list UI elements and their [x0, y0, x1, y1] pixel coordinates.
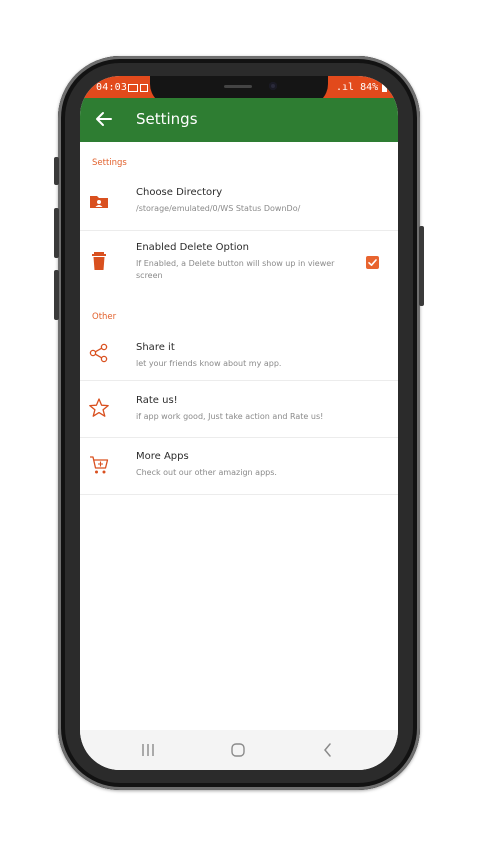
folder-user-icon: [90, 196, 108, 208]
cart-icon: [90, 456, 109, 474]
phone-side-button: [54, 157, 59, 185]
share-icon: [89, 343, 108, 363]
trash-icon: [92, 252, 106, 270]
item-subtitle: Check out our other amazign apps.: [136, 468, 277, 477]
section-header-settings: Settings: [92, 158, 127, 168]
item-subtitle: /storage/emulated/0/WS Status DownDo/: [136, 204, 301, 213]
settings-item-rate[interactable]: Rate us! if app work good, Just take act…: [80, 380, 398, 436]
battery-icon: [382, 84, 387, 92]
divider: [80, 494, 398, 495]
item-title: Enabled Delete Option: [136, 242, 249, 253]
status-time: 04:03: [96, 82, 128, 93]
item-subtitle: let your friends know about my app.: [136, 359, 282, 368]
system-nav-bar: [80, 730, 398, 770]
page-title: Settings: [136, 110, 198, 128]
settings-item-choose-directory[interactable]: Choose Directory /storage/emulated/0/WS …: [80, 178, 398, 226]
item-title: Choose Directory: [136, 187, 223, 198]
settings-item-share[interactable]: Share it let your friends know about my …: [80, 330, 398, 380]
delete-option-checkbox[interactable]: [366, 256, 379, 269]
item-subtitle: if app work good, Just take action and R…: [136, 412, 324, 421]
phone-volume-up-button: [54, 208, 59, 258]
notification-icon: [140, 84, 148, 92]
home-icon[interactable]: [228, 740, 248, 760]
item-title: Share it: [136, 342, 175, 353]
settings-item-delete-option[interactable]: Enabled Delete Option If Enabled, a Dele…: [80, 230, 398, 294]
item-subtitle: If Enabled, a Delete button will show up…: [136, 259, 335, 280]
front-camera: [269, 82, 277, 90]
phone-screen: 04:03 .ıl 84% Settings Settings Choose D…: [80, 76, 398, 770]
item-title: More Apps: [136, 451, 189, 462]
arrow-left-icon[interactable]: [94, 108, 114, 130]
settings-item-more-apps[interactable]: More Apps Check out our other amazign ap…: [80, 437, 398, 493]
phone-volume-down-button: [54, 270, 59, 320]
recent-apps-icon[interactable]: [138, 740, 158, 760]
notification-icon: [128, 84, 138, 92]
app-bar: Settings: [80, 98, 398, 142]
phone-power-button: [419, 226, 424, 306]
back-nav-icon[interactable]: [318, 740, 338, 760]
speaker-grille: [224, 85, 252, 88]
star-icon: [89, 398, 109, 417]
status-signal-battery: .ıl 84%: [330, 82, 379, 93]
section-header-other: Other: [92, 312, 117, 322]
item-title: Rate us!: [136, 395, 178, 406]
